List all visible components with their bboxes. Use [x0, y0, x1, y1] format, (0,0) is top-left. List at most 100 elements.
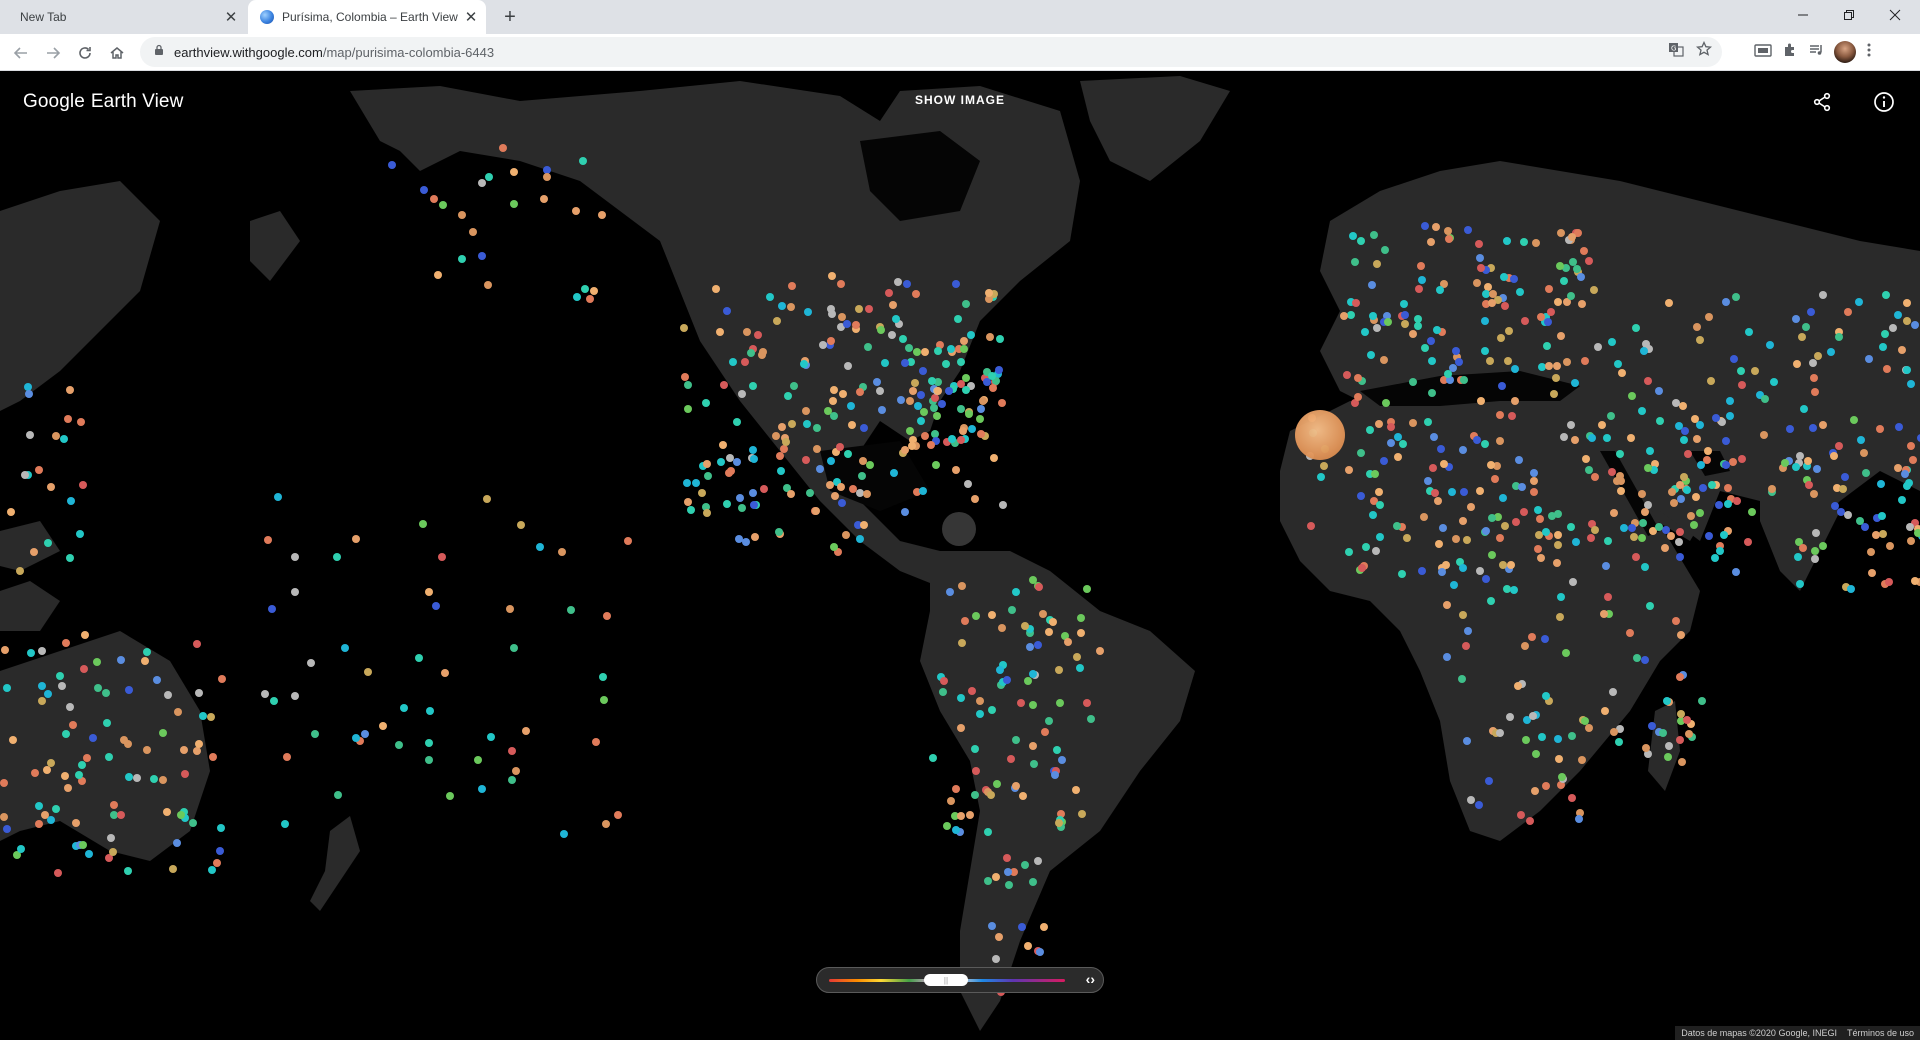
location-dot[interactable]: [1021, 622, 1029, 630]
location-dot[interactable]: [1812, 529, 1820, 537]
location-dot[interactable]: [1403, 534, 1411, 542]
location-dot[interactable]: [1810, 490, 1818, 498]
location-dot[interactable]: [1358, 564, 1366, 572]
location-dot[interactable]: [1737, 367, 1745, 375]
location-dot[interactable]: [352, 535, 360, 543]
location-dot[interactable]: [1444, 370, 1452, 378]
location-dot[interactable]: [434, 271, 442, 279]
location-dot[interactable]: [860, 424, 868, 432]
location-dot[interactable]: [579, 157, 587, 165]
location-dot[interactable]: [1687, 512, 1695, 520]
location-dot[interactable]: [67, 497, 75, 505]
location-dot[interactable]: [1744, 538, 1752, 546]
location-dot[interactable]: [1760, 431, 1768, 439]
location-dot[interactable]: [1567, 421, 1575, 429]
location-dot[interactable]: [1534, 545, 1542, 553]
location-dot[interactable]: [750, 501, 758, 509]
location-dot[interactable]: [943, 822, 951, 830]
location-dot[interactable]: [1087, 715, 1095, 723]
location-dot[interactable]: [1476, 487, 1484, 495]
location-dot[interactable]: [1558, 773, 1566, 781]
location-dot[interactable]: [1083, 585, 1091, 593]
location-dot[interactable]: [1563, 358, 1571, 366]
location-dot[interactable]: [917, 417, 925, 425]
location-dot[interactable]: [430, 195, 438, 203]
location-dot[interactable]: [776, 452, 784, 460]
location-dot[interactable]: [1366, 426, 1374, 434]
location-dot[interactable]: [69, 721, 77, 729]
location-dot[interactable]: [1591, 526, 1599, 534]
location-dot[interactable]: [1659, 729, 1667, 737]
location-dot[interactable]: [844, 450, 852, 458]
location-dot[interactable]: [1003, 854, 1011, 862]
location-dot[interactable]: [1761, 395, 1769, 403]
location-dot[interactable]: [195, 689, 203, 697]
location-dot[interactable]: [77, 418, 85, 426]
location-dot[interactable]: [1733, 497, 1741, 505]
location-dot[interactable]: [940, 677, 948, 685]
location-dot[interactable]: [1464, 226, 1472, 234]
location-dot[interactable]: [1711, 554, 1719, 562]
location-dot[interactable]: [962, 300, 970, 308]
lock-icon[interactable]: [154, 43, 164, 61]
location-dot[interactable]: [25, 390, 33, 398]
location-dot[interactable]: [1373, 324, 1381, 332]
location-dot[interactable]: [1550, 390, 1558, 398]
location-dot[interactable]: [1433, 326, 1441, 334]
location-dot[interactable]: [1556, 613, 1564, 621]
location-dot[interactable]: [1477, 264, 1485, 272]
location-dot[interactable]: [1096, 647, 1104, 655]
location-dot[interactable]: [1911, 577, 1919, 585]
location-dot[interactable]: [735, 535, 743, 543]
location-dot[interactable]: [890, 469, 898, 477]
location-dot[interactable]: [684, 498, 692, 506]
location-dot[interactable]: [1401, 311, 1409, 319]
location-dot[interactable]: [813, 445, 821, 453]
location-dot[interactable]: [931, 394, 939, 402]
location-dot[interactable]: [1724, 484, 1732, 492]
location-dot[interactable]: [1885, 578, 1893, 586]
location-dot[interactable]: [1024, 677, 1032, 685]
location-dot[interactable]: [1488, 514, 1496, 522]
location-dot[interactable]: [1668, 488, 1676, 496]
location-dot[interactable]: [1384, 318, 1392, 326]
location-dot[interactable]: [1507, 561, 1515, 569]
location-dot[interactable]: [1633, 654, 1641, 662]
location-dot[interactable]: [143, 648, 151, 656]
location-dot[interactable]: [866, 461, 874, 469]
location-dot[interactable]: [1601, 707, 1609, 715]
location-dot[interactable]: [988, 706, 996, 714]
location-dot[interactable]: [1504, 357, 1512, 365]
location-dot[interactable]: [1799, 544, 1807, 552]
location-dot[interactable]: [1537, 313, 1545, 321]
location-dot[interactable]: [736, 494, 744, 502]
location-dot[interactable]: [1440, 460, 1448, 468]
location-dot[interactable]: [1055, 666, 1063, 674]
location-dot[interactable]: [1491, 475, 1499, 483]
location-dot[interactable]: [1847, 585, 1855, 593]
location-dot[interactable]: [124, 867, 132, 875]
location-dot[interactable]: [725, 469, 733, 477]
location-dot[interactable]: [680, 324, 688, 332]
location-dot[interactable]: [1455, 358, 1463, 366]
location-dot[interactable]: [1796, 580, 1804, 588]
location-dot[interactable]: [1429, 464, 1437, 472]
location-dot[interactable]: [1430, 433, 1438, 441]
location-dot[interactable]: [107, 834, 115, 842]
star-icon[interactable]: [1695, 40, 1713, 62]
location-dot[interactable]: [828, 272, 836, 280]
location-dot[interactable]: [1554, 298, 1562, 306]
location-dot[interactable]: [209, 753, 217, 761]
location-dot[interactable]: [1685, 730, 1693, 738]
location-dot[interactable]: [1732, 293, 1740, 301]
location-dot[interactable]: [928, 377, 936, 385]
location-dot[interactable]: [1602, 562, 1610, 570]
location-dot[interactable]: [749, 446, 757, 454]
location-dot[interactable]: [1530, 488, 1538, 496]
location-dot[interactable]: [1856, 517, 1864, 525]
location-dot[interactable]: [1459, 446, 1467, 454]
location-dot[interactable]: [1517, 811, 1525, 819]
location-dot[interactable]: [7, 508, 15, 516]
location-dot[interactable]: [38, 647, 46, 655]
color-slider-handle[interactable]: ||: [924, 974, 968, 986]
